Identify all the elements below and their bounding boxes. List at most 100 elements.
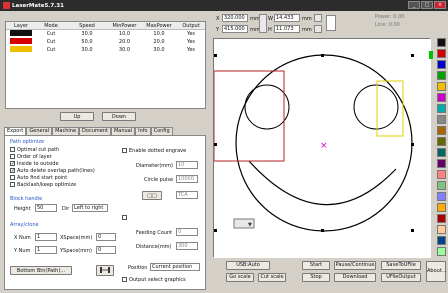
feeding-count-input[interactable]: 0 [176, 228, 198, 236]
yspace-input[interactable]: 0 [96, 246, 116, 254]
header-mode: Mode [44, 22, 58, 29]
palette-color-green[interactable] [437, 71, 446, 80]
maximize-button[interactable]: □ [421, 1, 433, 9]
palette-color-black[interactable] [437, 38, 446, 47]
layer-down-button[interactable]: Down [102, 112, 136, 121]
dir-label: Dir [62, 206, 70, 212]
checkbox-auto-delete-overlap[interactable]: ✓ Auto delete overlap path(lines) [10, 167, 118, 174]
checkbox-box [10, 147, 15, 152]
selection-handle[interactable] [411, 54, 414, 57]
palette-color-brown[interactable] [437, 126, 446, 135]
cut-scale-button[interactable]: Cut scale [258, 273, 286, 282]
checkbox-box [10, 175, 15, 180]
layer-up-button[interactable]: Up [60, 112, 94, 121]
lock-ratio-icon[interactable] [259, 14, 267, 33]
cell-output: Yes [186, 47, 196, 53]
selection-handle[interactable] [214, 229, 217, 232]
palette-color-mint[interactable] [437, 247, 446, 256]
palette-color-darkred[interactable] [437, 214, 446, 223]
checkbox-auto-find-start[interactable]: Auto find start point [10, 174, 118, 181]
selection-handle[interactable] [411, 229, 414, 232]
palette-color-navy[interactable] [437, 236, 446, 245]
checkbox-backlash-optimize[interactable]: Backlash/keep optimize [10, 181, 118, 188]
bottom-btn-path-button[interactable]: Bottom Btn(Path)... [10, 266, 72, 275]
tab-export[interactable]: Export [4, 127, 27, 135]
selection-handle[interactable] [214, 143, 217, 146]
checkbox-optimal-cut-path[interactable]: Optimal cut path [10, 146, 118, 153]
pause-continue-button[interactable]: Pause/Continue [334, 261, 376, 270]
palette-color-lightblue[interactable] [437, 192, 446, 201]
palette-color-gray[interactable] [437, 115, 446, 124]
minimize-button[interactable]: _ [408, 1, 420, 9]
checkbox-output-selected[interactable]: Output select graphics [122, 276, 186, 283]
circle-pulse-input[interactable]: 10000 [176, 175, 198, 183]
palette-color-orange[interactable] [437, 203, 446, 212]
tab-general[interactable]: General [26, 127, 53, 135]
layer-table[interactable]: Layer Mode Speed MinPower MaxPower Outpu… [5, 21, 206, 109]
y-input[interactable]: 415.000 [222, 25, 248, 33]
h-input[interactable]: 11.073 [274, 25, 300, 33]
close-button[interactable]: × [434, 1, 446, 9]
layer-color-swatch [10, 46, 32, 52]
about-button[interactable]: About... [426, 261, 447, 282]
distance-input[interactable]: 300 [176, 242, 198, 250]
stop-button[interactable]: Stop [302, 273, 330, 282]
position-select[interactable]: Current position [150, 263, 200, 271]
table-row[interactable]: Cut 30.0 30.0 30.0 Yes [6, 46, 205, 54]
align-icon-button[interactable] [96, 265, 114, 276]
palette-color-yellow[interactable] [437, 82, 446, 91]
diameter-input[interactable]: 10 [176, 161, 198, 169]
mirror-v-icon[interactable] [314, 25, 322, 33]
checkbox-feeding[interactable] [122, 214, 129, 221]
selection-handle[interactable] [214, 54, 217, 57]
selection-handle[interactable] [321, 54, 324, 57]
tab-manual[interactable]: Manual [110, 127, 136, 135]
table-row[interactable]: Cut 30.0 10.0 10.0 Yes [6, 30, 205, 38]
w-input[interactable]: 14.433 [274, 14, 300, 22]
checkbox-order-of-layer[interactable]: Order of layer [10, 153, 118, 160]
save-to-ufile-button[interactable]: SaveToUFile [381, 261, 421, 270]
selection-handle[interactable] [411, 143, 414, 146]
cell-mode: Cut [46, 39, 56, 45]
palette-color-purple[interactable] [437, 159, 446, 168]
ufile-output-button[interactable]: UFileOutput [381, 273, 421, 282]
download-button[interactable]: Download [334, 273, 376, 282]
palette-color-teal[interactable] [437, 148, 446, 157]
selection-handle[interactable] [321, 229, 324, 232]
xspace-input[interactable]: 0 [96, 233, 116, 241]
tab-document[interactable]: Document [79, 127, 111, 135]
go-scale-button[interactable]: Go scale [226, 273, 254, 282]
palette-color-olive[interactable] [437, 137, 446, 146]
tab-config[interactable]: Config [150, 127, 173, 135]
palette-color-pink[interactable] [437, 170, 446, 179]
ynum-input[interactable]: 1 [35, 246, 57, 254]
palette-color-red[interactable] [437, 49, 446, 58]
path-optimize-group: Optimal cut path Order of layer ✓ Inside … [10, 146, 118, 188]
palette-color-peach[interactable] [437, 225, 446, 234]
mirror-h-icon[interactable] [314, 14, 322, 22]
drawing-canvas[interactable]: × ▼ [213, 38, 431, 258]
checkbox-inside-to-outside[interactable]: ✓ Inside to outside [10, 160, 118, 167]
y-label: Y [216, 27, 220, 33]
origin-grid-icon[interactable] [326, 15, 336, 31]
palette-color-lightgreen[interactable] [437, 181, 446, 190]
usb-auto-button[interactable]: USB:Auto [226, 261, 270, 270]
palette-color-blue[interactable] [437, 60, 446, 69]
xnum-input[interactable]: 1 [35, 233, 57, 241]
cell-maxpower: 30.0 [153, 47, 165, 53]
dir-select[interactable]: Left to right [72, 204, 108, 212]
tca-input[interactable]: TCA [176, 191, 198, 199]
x-input[interactable]: 320.000 [222, 14, 248, 22]
palette-color-cyan[interactable] [437, 104, 446, 113]
table-row[interactable]: Cut 50.0 20.0 20.0 Yes [6, 38, 205, 46]
palette-color-magenta[interactable] [437, 93, 446, 102]
xspace-label: XSpace(mm) [60, 235, 93, 241]
dotted-option-button[interactable]: □□ [142, 191, 162, 200]
tab-info[interactable]: Info [135, 127, 151, 135]
circle-pulse-label: Circle pulse [144, 177, 174, 183]
tab-machine[interactable]: Machine [52, 127, 80, 135]
checkbox-enable-dotted[interactable]: Enable dotted engrave [122, 147, 186, 154]
x-label: X [216, 16, 220, 22]
height-input[interactable]: 50 [35, 204, 57, 212]
start-button[interactable]: Start [302, 261, 330, 270]
